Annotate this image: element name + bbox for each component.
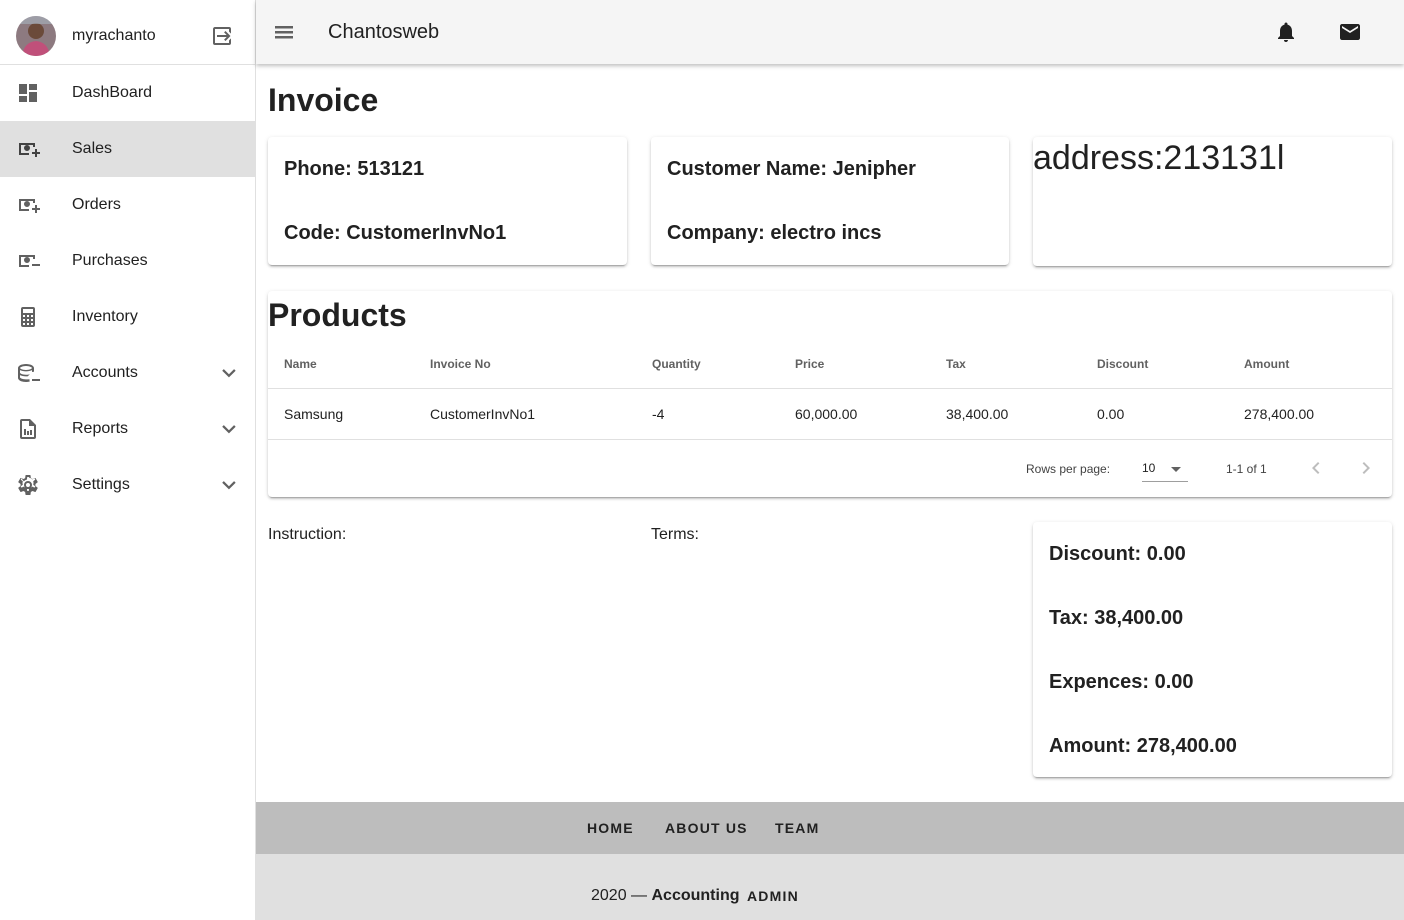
sidebar-item-label: Accounts: [72, 364, 138, 381]
cash-minus-icon: [16, 249, 40, 273]
column-header-tax[interactable]: Tax: [946, 357, 966, 371]
table-header: Name Invoice No Quantity Price Tax Disco…: [268, 339, 1392, 389]
rows-per-page-label: Rows per page:: [1026, 462, 1111, 476]
footer-link-team[interactable]: TEAM: [775, 820, 819, 836]
chevron-down-icon[interactable]: [217, 417, 241, 441]
profile-header: myrachanto: [0, 0, 255, 65]
products-table-card: Products Name Invoice No Quantity Price …: [268, 291, 1392, 497]
sidebar-item-sales[interactable]: Sales: [0, 121, 255, 177]
dropdown-arrow-icon: [1164, 457, 1188, 481]
copyright-text: 2020 — Accounting: [591, 887, 740, 905]
column-header-discount[interactable]: Discount: [1097, 357, 1148, 371]
chevron-left-icon[interactable]: [1304, 456, 1328, 480]
chevron-right-icon[interactable]: [1354, 456, 1378, 480]
app-title: Chantosweb: [328, 21, 440, 43]
sidebar-item-reports[interactable]: Reports: [0, 401, 255, 457]
hamburger-menu-icon[interactable]: [272, 20, 296, 44]
table-pagination: Rows per page: 10 1-1 of 1: [268, 440, 1392, 497]
profile-username: myrachanto: [72, 27, 156, 44]
address-card: address:213131l: [1033, 137, 1392, 266]
total-expences: Expences: 0.00: [1049, 671, 1194, 693]
column-header-invoice-no[interactable]: Invoice No: [430, 357, 491, 371]
contact-card: Phone: 513121 Code: CustomerInvNo1: [268, 137, 627, 265]
sidebar-item-label: Purchases: [72, 252, 148, 269]
cell-name: Samsung: [284, 406, 344, 422]
total-tax: Tax: 38,400.00: [1049, 607, 1184, 629]
cell-price: 60,000.00: [795, 406, 858, 422]
footer-link-home[interactable]: HOME: [587, 820, 634, 836]
sidebar-item-label: DashBoard: [72, 84, 153, 101]
rows-per-page-select[interactable]: 10: [1142, 456, 1188, 482]
footer-link-about-us[interactable]: ABOUT US: [665, 820, 748, 836]
footer-nav: HOME ABOUT US TEAM: [256, 802, 1404, 854]
sidebar-item-inventory[interactable]: Inventory: [0, 289, 255, 345]
chevron-down-icon[interactable]: [217, 361, 241, 385]
dashboard-icon: [16, 81, 40, 105]
avatar[interactable]: [16, 16, 56, 56]
footer-brand: Accounting: [651, 887, 740, 904]
sidebar-item-label: Settings: [72, 476, 130, 493]
sidebar-item-label: Reports: [72, 420, 129, 437]
phone-text: Phone: 513121: [284, 158, 425, 180]
rows-per-page-value: 10: [1142, 461, 1156, 475]
instruction-label: Instruction:: [268, 526, 347, 543]
column-header-quantity[interactable]: Quantity: [652, 357, 701, 371]
cash-plus-icon: [16, 193, 40, 217]
cell-tax: 38,400.00: [946, 406, 1009, 422]
copyright-year: 2020 —: [591, 887, 648, 904]
page-range-text: 1-1 of 1: [1226, 462, 1267, 476]
calculator-icon: [16, 305, 40, 329]
sidebar-item-purchases[interactable]: Purchases: [0, 233, 255, 289]
company-text: Company: electro incs: [667, 222, 882, 244]
database-minus-icon: [16, 361, 40, 385]
address-text: address:213131l: [1033, 139, 1285, 177]
sidebar-item-label: Sales: [72, 140, 113, 157]
app-root: myrachanto DashBoard Sales Orders Purcha…: [0, 0, 1404, 920]
report-file-icon: [16, 417, 40, 441]
customer-name-text: Customer Name: Jenipher: [667, 158, 916, 180]
sidebar-item-accounts[interactable]: Accounts: [0, 345, 255, 401]
chevron-down-icon[interactable]: [217, 473, 241, 497]
invoice-code-text: Code: CustomerInvNo1: [284, 222, 507, 244]
bell-icon[interactable]: [1274, 20, 1298, 44]
footer-link-admin[interactable]: ADMIN: [747, 888, 799, 904]
cell-discount: 0.00: [1097, 406, 1125, 422]
column-header-amount[interactable]: Amount: [1244, 357, 1289, 371]
total-amount: Amount: 278,400.00: [1049, 735, 1237, 757]
top-app-bar: Chantosweb: [256, 0, 1404, 64]
total-discount: Discount: 0.00: [1049, 543, 1186, 565]
column-header-price[interactable]: Price: [795, 357, 824, 371]
cell-invoice-no: CustomerInvNo1: [430, 406, 536, 422]
table-row[interactable]: Samsung CustomerInvNo1 -4 60,000.00 38,4…: [268, 389, 1392, 440]
mail-icon[interactable]: [1338, 20, 1362, 44]
page-title: Invoice: [268, 82, 379, 118]
footer-bottom: 2020 — Accounting ADMIN: [256, 854, 1404, 920]
sidebar-item-dashboard[interactable]: DashBoard: [0, 65, 255, 121]
sidebar-item-settings[interactable]: Settings: [0, 457, 255, 513]
terms-label: Terms:: [651, 526, 699, 543]
totals-card: Discount: 0.00 Tax: 38,400.00 Expences: …: [1033, 522, 1392, 777]
gear-icon: [16, 473, 40, 497]
sidebar-item-label: Inventory: [72, 308, 138, 325]
sidebar: myrachanto DashBoard Sales Orders Purcha…: [0, 0, 256, 920]
sidebar-item-label: Orders: [72, 196, 121, 213]
cell-amount: 278,400.00: [1244, 406, 1315, 422]
customer-card: Customer Name: Jenipher Company: electro…: [651, 137, 1009, 265]
products-title: Products: [268, 297, 407, 333]
column-header-name[interactable]: Name: [284, 357, 317, 371]
cell-quantity: -4: [652, 406, 665, 422]
logout-icon[interactable]: [210, 24, 234, 48]
sidebar-item-orders[interactable]: Orders: [0, 177, 255, 233]
cash-plus-icon: [16, 137, 40, 161]
